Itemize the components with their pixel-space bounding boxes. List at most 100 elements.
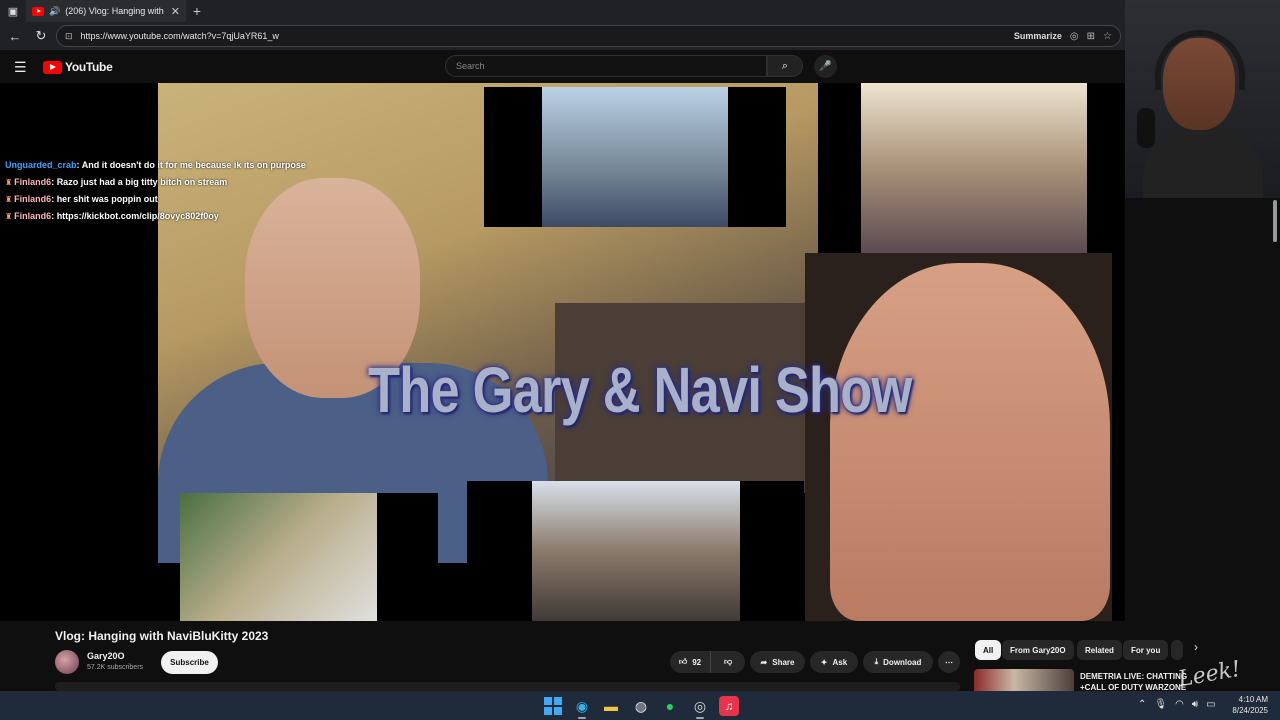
voice-search-button[interactable]: 🎤 <box>814 55 837 78</box>
reading-view-icon[interactable]: ⊞ <box>1087 31 1095 42</box>
thumbs-up-icon: 👍︎ <box>678 657 688 666</box>
more-actions-button[interactable]: ⋯ <box>938 651 960 673</box>
download-icon: ⤓ <box>874 657 879 666</box>
wifi-icon[interactable]: ◠ <box>1175 699 1184 710</box>
chat-username: Finland6 <box>14 177 52 187</box>
spotify-icon[interactable]: ● <box>660 696 680 716</box>
share-label: Share <box>772 657 795 667</box>
chat-username: Unguarded_crab <box>5 160 77 170</box>
windows-logo-icon <box>544 697 562 715</box>
browser-tab-strip: ▣ 🔊 (206) Vlog: Hanging with Na ✕ + <box>0 0 1125 22</box>
youtube-logo[interactable]: YouTube <box>43 60 113 74</box>
chat-text: https://kickbot.com/clip/8ovyc802f0oy <box>56 211 219 221</box>
chat-message: ♜ Finland6: Razo just had a big titty bit… <box>5 177 228 187</box>
running-indicator <box>696 717 704 719</box>
chat-message: ♜ Finland6: her shit was poppin out <box>5 194 158 204</box>
youtube-header: ☰ YouTube Search ⌕ 🎤 <box>0 50 1125 83</box>
chat-username: Finland6 <box>14 194 52 204</box>
chip-all[interactable]: All <box>975 640 1002 660</box>
chevron-up-icon[interactable]: ⌃ <box>1138 699 1146 710</box>
address-bar[interactable]: ⊡ https://www.youtube.com/watch?v=7qjUaY… <box>56 25 1121 47</box>
speaker-icon[interactable]: 🔊 <box>49 6 60 17</box>
clock-date: 8/24/2025 <box>1232 706 1268 715</box>
chat-overlay: Unguarded_crab: And it doesn't do it for… <box>5 157 306 225</box>
channel-name[interactable]: Gary20O <box>87 651 125 661</box>
video-inset-photo <box>861 83 1087 253</box>
chip-from-channel[interactable]: From Gary20O <box>1002 640 1074 660</box>
dislike-button[interactable]: 👎︎ <box>710 651 745 673</box>
steam-icon[interactable]: ◍ <box>631 696 651 716</box>
url-text[interactable]: https://www.youtube.com/watch?v=7qjUaYR6… <box>81 31 1006 41</box>
recommended-video-thumbnail[interactable] <box>974 669 1074 691</box>
chat-username: Finland6 <box>14 211 52 221</box>
chat-text: And it doesn't do it for me because ik i… <box>81 160 306 170</box>
reload-button[interactable]: ↻ <box>30 25 52 47</box>
microphone-icon <box>1137 108 1155 148</box>
youtube-favicon-icon <box>32 6 44 16</box>
sparkle-icon: ✦ <box>820 657 828 667</box>
video-inset-photo <box>532 481 740 621</box>
video-details: Vlog: Hanging with NaviBluKitty 2023 Gar… <box>0 621 1280 693</box>
chat-message: ♜ Finland6: https://kickbot.com/clip/8ovy… <box>5 211 219 221</box>
address-bar-row: ← ↻ ⊡ https://www.youtube.com/watch?v=7q… <box>0 22 1125 50</box>
windows-taskbar: ◉ ▬ ◍ ● ◎ ♫ ⌃ 🎙︎ ◠ 🔊︎ ▭ 4:10 AM 8/24/202… <box>0 691 1280 720</box>
chat-text: Razo just had a big titty bitch on strea… <box>56 177 228 187</box>
tab-actions-icon[interactable]: ▣ <box>0 0 26 22</box>
start-button[interactable] <box>543 696 563 716</box>
chip-for-you[interactable]: For you <box>1123 640 1169 660</box>
clock-time: 4:10 AM <box>1238 695 1268 704</box>
chip-truncated[interactable] <box>1171 640 1183 660</box>
page-right-margin <box>1125 198 1280 638</box>
search-input[interactable]: Search <box>445 55 767 77</box>
favorite-star-icon[interactable]: ☆ <box>1103 31 1112 42</box>
chrome-icon[interactable]: ◎ <box>690 696 710 716</box>
microphone-icon: 🎤 <box>819 61 832 72</box>
system-tray: ⌃ 🎙︎ ◠ 🔊︎ ▭ <box>1138 699 1216 710</box>
browser-tab[interactable]: 🔊 (206) Vlog: Hanging with Na ✕ <box>26 0 186 22</box>
new-tab-button[interactable]: + <box>186 3 208 19</box>
close-tab-icon[interactable]: ✕ <box>171 5 180 18</box>
subscribe-button[interactable]: Subscribe <box>161 651 218 674</box>
download-label: Download <box>883 657 922 667</box>
subscriber-count: 57.2K subscribers <box>87 664 144 671</box>
back-button[interactable]: ← <box>4 25 26 47</box>
thumbs-down-icon: 👎︎ <box>723 657 733 666</box>
chip-related[interactable]: Related <box>1077 640 1122 660</box>
video-person-woman <box>830 263 1110 621</box>
search-button[interactable]: ⌕ <box>767 55 803 77</box>
chat-badge-icon: ♜ <box>5 178 13 187</box>
apple-music-icon[interactable]: ♫ <box>719 696 739 716</box>
recommended-title-line: DEMETRIA LIVE: CHATTING <box>1080 672 1188 681</box>
youtube-play-icon <box>43 60 62 74</box>
chat-badge-icon: ♜ <box>5 195 13 204</box>
file-explorer-icon[interactable]: ▬ <box>601 696 621 716</box>
page-scrollbar[interactable] <box>1273 200 1277 242</box>
channel-avatar[interactable] <box>55 650 79 674</box>
copilot-icon[interactable]: ◎ <box>1070 31 1079 42</box>
like-count: 92 <box>692 657 702 667</box>
chevron-right-icon[interactable]: › <box>1194 640 1198 654</box>
ask-button[interactable]: ✦ Ask <box>810 651 858 673</box>
chat-text: her shit was poppin out <box>56 194 158 204</box>
edge-browser-icon[interactable]: ◉ <box>572 696 592 716</box>
video-inset-photo <box>180 493 377 621</box>
more-dots-icon: ⋯ <box>945 657 953 667</box>
microphone-icon[interactable]: 🎙︎ <box>1154 699 1167 710</box>
video-inset-photo <box>542 87 728 227</box>
battery-icon[interactable]: ▭ <box>1206 699 1215 710</box>
webcam-person-body <box>1143 128 1263 198</box>
share-button[interactable]: ➦ Share <box>750 651 805 673</box>
taskbar-clock[interactable]: 4:10 AM 8/24/2025 <box>1228 694 1268 716</box>
recommended-video-title[interactable]: DEMETRIA LIVE: CHATTING +CALL OF DUTY WA… <box>1080 671 1190 693</box>
video-title: Vlog: Hanging with NaviBluKitty 2023 <box>55 629 269 643</box>
description-box[interactable] <box>55 682 960 691</box>
summarize-button[interactable]: Summarize <box>1014 31 1062 41</box>
chat-badge-icon: ♜ <box>5 212 13 221</box>
download-button[interactable]: ⤓ Download <box>863 651 933 673</box>
streamer-webcam <box>1125 0 1280 198</box>
headset-icon <box>1155 30 1245 90</box>
site-info-icon[interactable]: ⊡ <box>65 31 73 42</box>
like-button[interactable]: 👍︎ 92 <box>670 651 710 673</box>
volume-icon[interactable]: 🔊︎ <box>1192 699 1198 710</box>
hamburger-menu-icon[interactable]: ☰ <box>14 59 27 76</box>
